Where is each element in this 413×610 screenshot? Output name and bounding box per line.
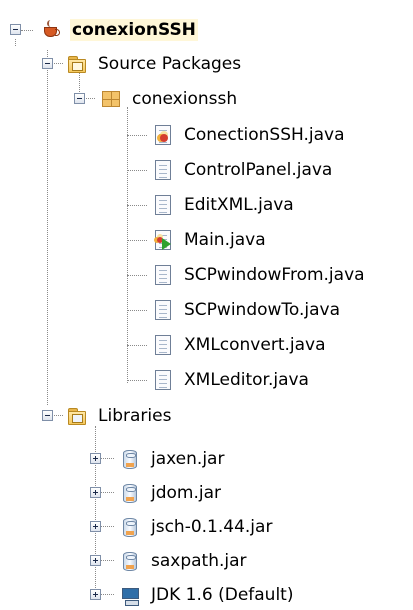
- libraries-folder-icon: [66, 405, 88, 427]
- file-node-scpwindowfrom[interactable]: SCPwindowFrom.java: [152, 260, 367, 290]
- file-line-3: [127, 205, 147, 206]
- tree-line-libraries: [95, 426, 96, 592]
- java-file-icon: [152, 264, 174, 286]
- library-node-saxpath[interactable]: saxpath.jar: [119, 546, 249, 576]
- library-node-jsch[interactable]: jsch-0.1.44.jar: [119, 512, 274, 542]
- java-file-icon: [152, 299, 174, 321]
- libraries-label: Libraries: [98, 406, 172, 426]
- file-line-7: [127, 345, 147, 346]
- library-label: jaxen.jar: [151, 449, 225, 469]
- file-node-controlpanel[interactable]: ControlPanel.java: [152, 155, 334, 185]
- file-label: XMLeditor.java: [184, 370, 309, 390]
- expand-jdom-toggle[interactable]: [90, 487, 101, 498]
- source-packages-label: Source Packages: [98, 54, 242, 74]
- collapse-source-packages-toggle[interactable]: [42, 58, 53, 69]
- collapse-package-toggle[interactable]: [74, 93, 85, 104]
- jar-icon: [119, 550, 141, 572]
- project-node[interactable]: conexionSSH: [40, 15, 198, 45]
- file-label: SCPwindowFrom.java: [184, 265, 365, 285]
- file-node-xmlconvert[interactable]: XMLconvert.java: [152, 330, 328, 360]
- java-class-error-icon: [152, 124, 174, 146]
- file-line-1: [127, 135, 147, 136]
- file-line-8: [127, 380, 147, 381]
- project-cup-icon: [40, 19, 62, 41]
- expand-saxpath-toggle[interactable]: [90, 555, 101, 566]
- file-node-conectionssh[interactable]: ConectionSSH.java: [152, 120, 347, 150]
- file-label: EditXML.java: [184, 195, 294, 215]
- tree-line-root: [15, 39, 16, 46]
- file-label: SCPwindowTo.java: [184, 300, 341, 320]
- java-file-icon: [152, 194, 174, 216]
- library-node-jdom[interactable]: jdom.jar: [119, 478, 223, 508]
- library-label: JDK 1.6 (Default): [151, 585, 294, 605]
- source-folder-icon: [66, 53, 88, 75]
- jdk-icon: [119, 584, 141, 606]
- library-label: jsch-0.1.44.jar: [151, 517, 273, 537]
- library-label: jdom.jar: [151, 483, 222, 503]
- java-main-run-icon: [152, 229, 174, 251]
- library-node-jdk[interactable]: JDK 1.6 (Default): [119, 580, 295, 610]
- package-label: conexionssh: [132, 89, 238, 109]
- file-line-5: [127, 275, 147, 276]
- collapse-libraries-toggle[interactable]: [42, 410, 53, 421]
- package-node[interactable]: conexionssh: [100, 84, 239, 114]
- package-icon: [100, 88, 122, 110]
- expand-jaxen-toggle[interactable]: [90, 453, 101, 464]
- expand-jsch-toggle[interactable]: [90, 521, 101, 532]
- jar-icon: [119, 448, 141, 470]
- file-line-2: [127, 170, 147, 171]
- libraries-node[interactable]: Libraries: [66, 401, 173, 431]
- file-node-editxml[interactable]: EditXML.java: [152, 190, 296, 220]
- project-label: conexionSSH: [70, 19, 198, 41]
- java-file-icon: [152, 334, 174, 356]
- tree-line-files: [127, 107, 128, 383]
- library-label: saxpath.jar: [151, 551, 247, 571]
- expand-jdk-toggle[interactable]: [90, 589, 101, 600]
- file-label: ControlPanel.java: [184, 160, 333, 180]
- file-label: XMLconvert.java: [184, 335, 326, 355]
- file-label: Main.java: [184, 230, 266, 250]
- tree-line-root-h: [21, 30, 33, 31]
- file-line-6: [127, 310, 147, 311]
- file-label: ConectionSSH.java: [184, 125, 345, 145]
- file-node-xmleditor[interactable]: XMLeditor.java: [152, 365, 311, 395]
- library-node-jaxen[interactable]: jaxen.jar: [119, 444, 226, 474]
- project-tree: conexionSSH Source Packages conexionssh …: [0, 0, 413, 609]
- file-node-main[interactable]: Main.java: [152, 225, 268, 255]
- file-line-4: [127, 240, 147, 241]
- tree-line-project-children: [47, 50, 48, 405]
- collapse-root-toggle[interactable]: [10, 24, 21, 35]
- java-file-icon: [152, 369, 174, 391]
- file-node-scpwindowto[interactable]: SCPwindowTo.java: [152, 295, 342, 325]
- jar-icon: [119, 516, 141, 538]
- jar-icon: [119, 482, 141, 504]
- source-packages-node[interactable]: Source Packages: [66, 49, 243, 79]
- java-file-icon: [152, 159, 174, 181]
